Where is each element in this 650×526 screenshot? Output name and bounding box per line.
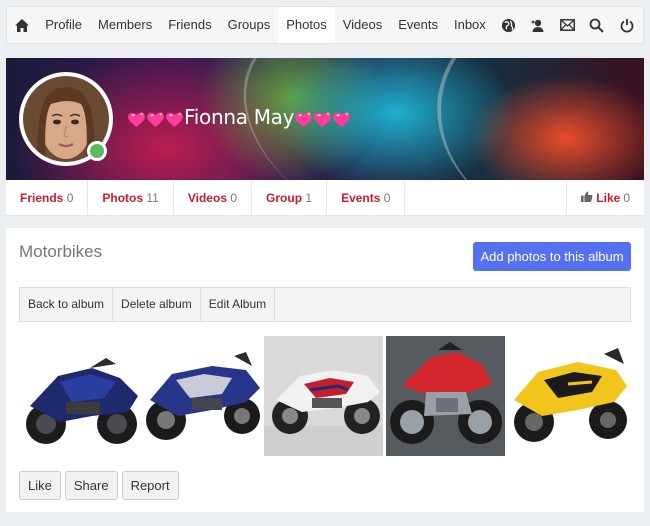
edit-album-button[interactable]: Edit Album xyxy=(201,288,276,321)
profile-stats-bar: Friends 0 Photos 11 Videos 0 Group 1 Eve… xyxy=(6,179,644,216)
sparkling-heart-icon xyxy=(127,109,146,127)
power-icon[interactable] xyxy=(611,7,643,43)
online-status-indicator xyxy=(87,141,107,161)
sparkling-heart-icon xyxy=(165,109,184,127)
report-button[interactable]: Report xyxy=(121,471,179,500)
album-toolbar: Back to album Delete album Edit Album xyxy=(19,287,631,322)
stat-photos[interactable]: Photos 11 xyxy=(88,179,174,216)
photo-thumbnail[interactable] xyxy=(386,336,505,456)
like-label: Like xyxy=(596,190,621,205)
nav-photos[interactable]: Photos xyxy=(278,7,335,43)
album-title: Motorbikes xyxy=(19,242,103,261)
add-photos-button[interactable]: Add photos to this album xyxy=(473,242,631,271)
share-button[interactable]: Share xyxy=(64,471,118,500)
nav-profile[interactable]: Profile xyxy=(37,7,90,43)
back-to-album-button[interactable]: Back to album xyxy=(20,288,114,321)
stat-label: Group xyxy=(266,190,303,205)
nav-inbox[interactable]: Inbox xyxy=(446,7,494,43)
thumbs-up-icon xyxy=(581,180,593,216)
nav-groups[interactable]: Groups xyxy=(220,7,279,43)
nav-members[interactable]: Members xyxy=(90,7,160,43)
like-profile-button[interactable]: Like 0 xyxy=(566,179,644,216)
photo-thumbnail[interactable] xyxy=(20,336,139,456)
mail-icon[interactable] xyxy=(552,7,581,43)
sparkling-heart-icon xyxy=(313,109,332,127)
stat-label: Videos xyxy=(187,190,227,205)
sparkling-heart-icon xyxy=(146,109,165,127)
profile-name-text: Fionna May xyxy=(184,105,295,129)
nav-friends[interactable]: Friends xyxy=(160,7,219,43)
photo-thumbnail[interactable] xyxy=(508,336,627,456)
user-add-icon[interactable] xyxy=(523,7,552,43)
like-button[interactable]: Like xyxy=(19,471,61,500)
stat-label: Friends xyxy=(20,190,64,205)
nav-events[interactable]: Events xyxy=(390,7,446,43)
stat-count: 0 xyxy=(230,190,238,205)
search-icon[interactable] xyxy=(582,7,611,43)
sparkling-heart-icon xyxy=(294,109,313,127)
stat-group[interactable]: Group 1 xyxy=(252,179,328,216)
stat-count: 0 xyxy=(66,190,74,205)
stat-count: 0 xyxy=(383,190,391,205)
photo-thumbnail[interactable] xyxy=(142,336,261,456)
stat-count: 11 xyxy=(146,190,159,205)
top-navbar: Profile Members Friends Groups Photos Vi… xyxy=(6,6,644,44)
photo-actions: Like Share Report xyxy=(19,471,179,500)
stat-friends[interactable]: Friends 0 xyxy=(6,179,89,216)
stat-label: Photos xyxy=(102,190,144,205)
album-card: Motorbikes Add photos to this album Back… xyxy=(6,228,644,512)
globe-icon[interactable] xyxy=(494,7,523,43)
home-icon[interactable] xyxy=(7,7,37,43)
stat-videos[interactable]: Videos 0 xyxy=(174,179,253,216)
delete-album-button[interactable]: Delete album xyxy=(113,288,201,321)
sparkling-heart-icon xyxy=(332,109,351,127)
stat-count: 1 xyxy=(305,190,313,205)
like-count: 0 xyxy=(623,190,630,205)
nav-videos[interactable]: Videos xyxy=(335,7,391,43)
photo-thumbnail[interactable] xyxy=(264,336,383,456)
stat-label: Events xyxy=(341,190,381,205)
stat-events[interactable]: Events 0 xyxy=(327,179,406,216)
profile-name[interactable]: Fionna May xyxy=(127,104,351,130)
